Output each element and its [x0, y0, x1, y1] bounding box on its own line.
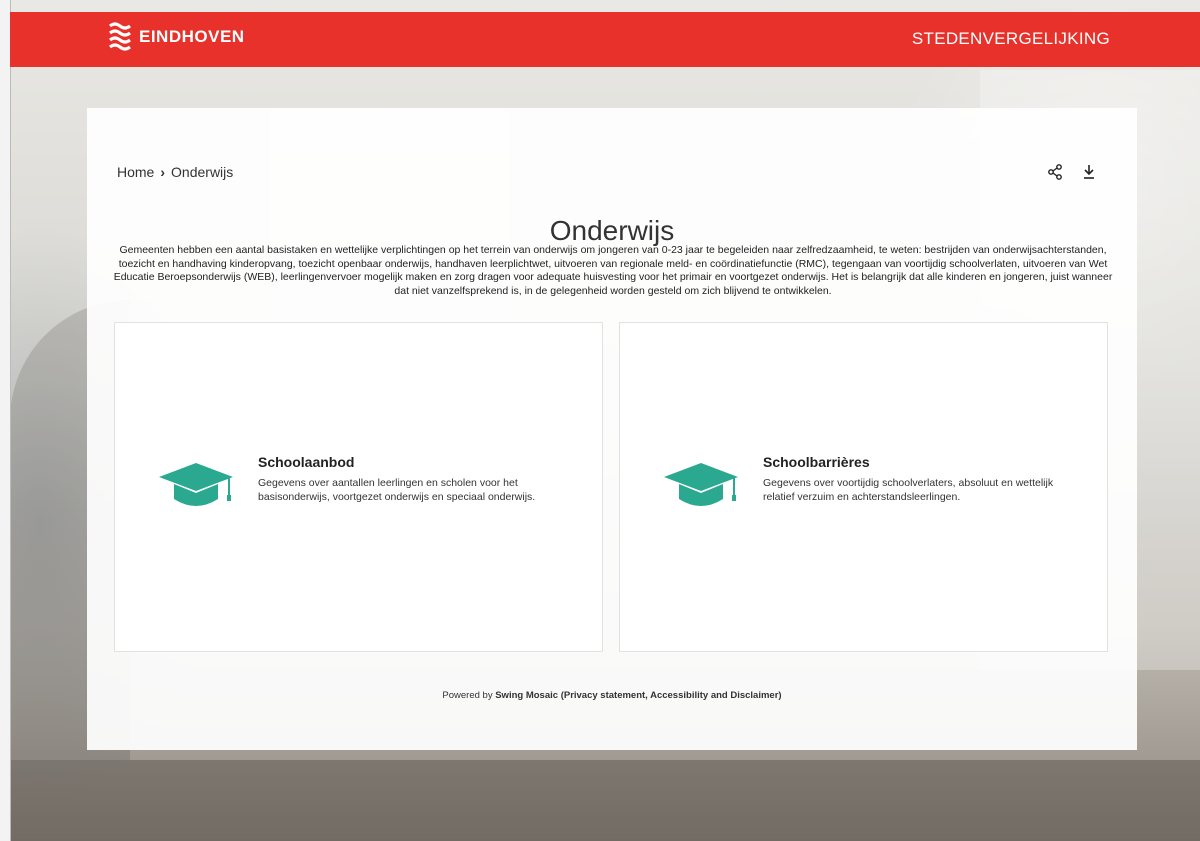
graduation-cap-icon [159, 463, 233, 506]
card-schoolbarrieres[interactable]: Schoolbarrières Gegevens over voortijdig… [619, 322, 1108, 652]
card-description: Gegevens over voortijdig schoolverlaters… [763, 477, 1054, 503]
graduation-cap-icon [664, 463, 738, 506]
card-title: Schoolaanbod [258, 454, 355, 470]
eindhoven-logo[interactable]: EINDHOVEN [109, 21, 245, 53]
top-header-bar: EINDHOVEN STEDENVERGELIJKING [10, 12, 1200, 67]
card-description: Gegevens over aantallen leerlingen en sc… [258, 477, 536, 503]
eindhoven-logo-icon [109, 22, 131, 51]
main-panel: Home › Onderwijs Onderwijs Gemeenten heb… [87, 108, 1137, 750]
card-title: Schoolbarrières [763, 454, 870, 470]
breadcrumb-home[interactable]: Home [117, 164, 154, 180]
download-icon[interactable] [1081, 164, 1097, 180]
stedenvergelijking-link[interactable]: STEDENVERGELIJKING [912, 29, 1110, 49]
left-window-edge [0, 0, 11, 841]
privacy-links[interactable]: (Privacy statement, Accessibility and Di… [561, 690, 782, 701]
page-title: Onderwijs [549, 214, 675, 246]
swing-mosaic-link[interactable]: Swing Mosaic [495, 690, 558, 701]
card-schoolaanbod[interactable]: Schoolaanbod Gegevens over aantallen lee… [114, 322, 603, 652]
footer: Powered by Swing Mosaic (Privacy stateme… [87, 690, 1137, 701]
chevron-right-icon: › [160, 164, 166, 180]
page-tools [1047, 164, 1097, 180]
breadcrumb-current: Onderwijs [171, 164, 234, 180]
logo-text: EINDHOVEN [139, 27, 245, 46]
footer-prefix: Powered by [442, 690, 496, 701]
intro-text: Gemeenten hebben een aantal basistaken e… [113, 244, 1113, 297]
share-icon[interactable] [1047, 164, 1063, 180]
breadcrumb: Home › Onderwijs [117, 164, 233, 180]
